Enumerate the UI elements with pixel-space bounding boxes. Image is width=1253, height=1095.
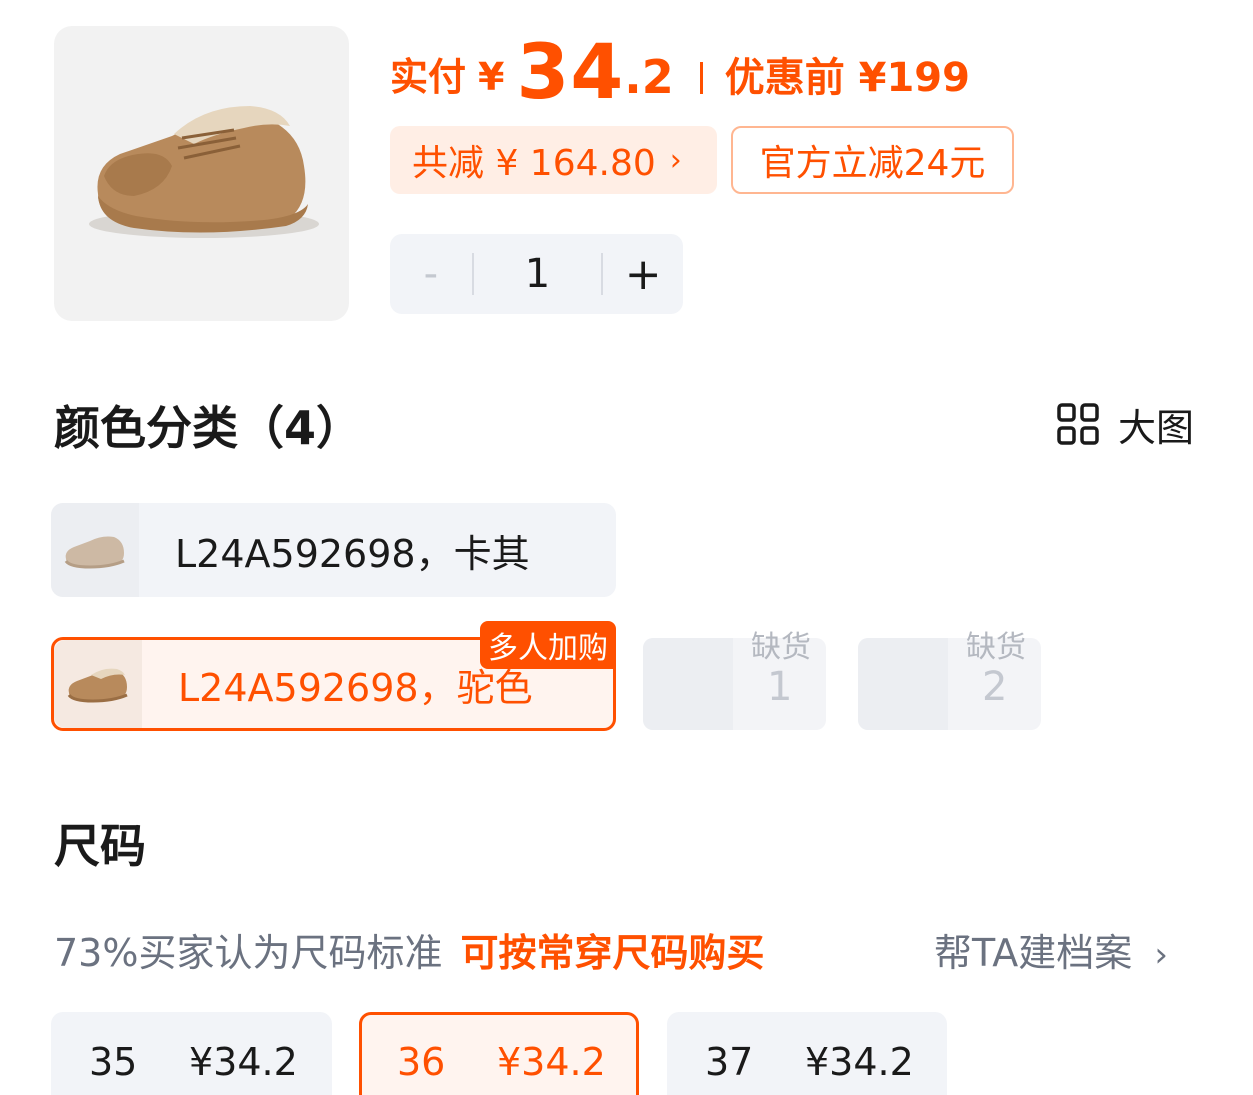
official-coupon-chip[interactable]: 官方立减24元 bbox=[731, 126, 1014, 194]
price-integer: 34 bbox=[516, 26, 625, 116]
size-price: ¥34.2 bbox=[189, 1040, 298, 1084]
color-thumb bbox=[858, 638, 948, 730]
color-option-label: L24A592698，卡其 bbox=[175, 531, 530, 576]
color-thumb bbox=[54, 640, 142, 728]
big-image-button[interactable]: 大图 bbox=[1056, 400, 1194, 450]
color-option-khaki[interactable]: L24A592698，卡其 bbox=[51, 503, 616, 597]
color-option-out-of-stock[interactable]: 缺货 1 bbox=[643, 630, 826, 730]
size-label: 37 bbox=[705, 1040, 754, 1084]
option-label: 2 bbox=[982, 664, 1008, 710]
shoe-image bbox=[89, 106, 319, 238]
size-tip-highlight: 可按常穿尺码购买 bbox=[460, 931, 765, 975]
size-price: ¥34.2 bbox=[497, 1040, 606, 1084]
price-decimal: .2 bbox=[624, 50, 674, 104]
grid-icon bbox=[1057, 403, 1099, 445]
total-discount-chip[interactable]: 共减 ¥ 164.80 › bbox=[390, 126, 717, 194]
shoe-thumb-icon bbox=[64, 536, 125, 569]
price-separator bbox=[699, 62, 703, 94]
product-image[interactable] bbox=[54, 26, 349, 321]
size-section-title: 尺码 bbox=[54, 819, 146, 873]
shoe-thumb-icon bbox=[67, 668, 128, 703]
color-option-camel[interactable]: L24A592698，驼色 多人加购 bbox=[51, 621, 616, 731]
color-thumb bbox=[643, 638, 733, 730]
size-label: 36 bbox=[397, 1040, 446, 1084]
total-discount-label: 共减 ¥ 164.80 bbox=[412, 143, 656, 184]
chevron-right-icon: › bbox=[1154, 935, 1168, 975]
color-section-title: 颜色分类（4） bbox=[54, 401, 363, 455]
decrease-button[interactable]: - bbox=[390, 251, 472, 297]
size-option-37[interactable]: 37 ¥34.2 bbox=[667, 1012, 947, 1095]
option-label: 1 bbox=[767, 664, 793, 710]
paid-label: 实付 bbox=[390, 55, 467, 99]
price-line: 实付 ¥ 34 .2 优惠前 ¥199 bbox=[390, 26, 970, 116]
popular-badge: 多人加购 bbox=[480, 621, 616, 669]
quantity-stepper: - 1 + bbox=[390, 234, 683, 314]
currency-symbol: ¥ bbox=[478, 55, 505, 99]
big-image-label: 大图 bbox=[1118, 405, 1195, 450]
out-of-stock-label: 缺货 bbox=[966, 630, 1026, 665]
size-price: ¥34.2 bbox=[805, 1040, 914, 1084]
increase-button[interactable]: + bbox=[603, 249, 683, 300]
size-option-36[interactable]: 36 ¥34.2 bbox=[359, 1012, 639, 1095]
color-option-label: L24A592698，驼色 bbox=[178, 665, 533, 710]
size-option-35[interactable]: 35 ¥34.2 bbox=[51, 1012, 332, 1095]
chevron-right-icon: › bbox=[669, 142, 682, 178]
coupon-label: 官方立减24元 bbox=[759, 143, 986, 184]
original-price: 优惠前 ¥199 bbox=[724, 55, 970, 101]
size-tip-text: 73%买家认为尺码标准 bbox=[54, 931, 443, 975]
color-thumb bbox=[51, 503, 139, 597]
size-recommendation: 73%买家认为尺码标准 可按常穿尺码购买 bbox=[54, 922, 764, 977]
out-of-stock-label: 缺货 bbox=[751, 630, 811, 665]
create-profile-link[interactable]: 帮TA建档案 › bbox=[934, 922, 1168, 977]
color-option-out-of-stock[interactable]: 缺货 2 bbox=[858, 630, 1041, 730]
create-profile-label: 帮TA建档案 bbox=[934, 931, 1133, 975]
size-label: 35 bbox=[89, 1040, 138, 1084]
quantity-value[interactable]: 1 bbox=[474, 251, 602, 297]
